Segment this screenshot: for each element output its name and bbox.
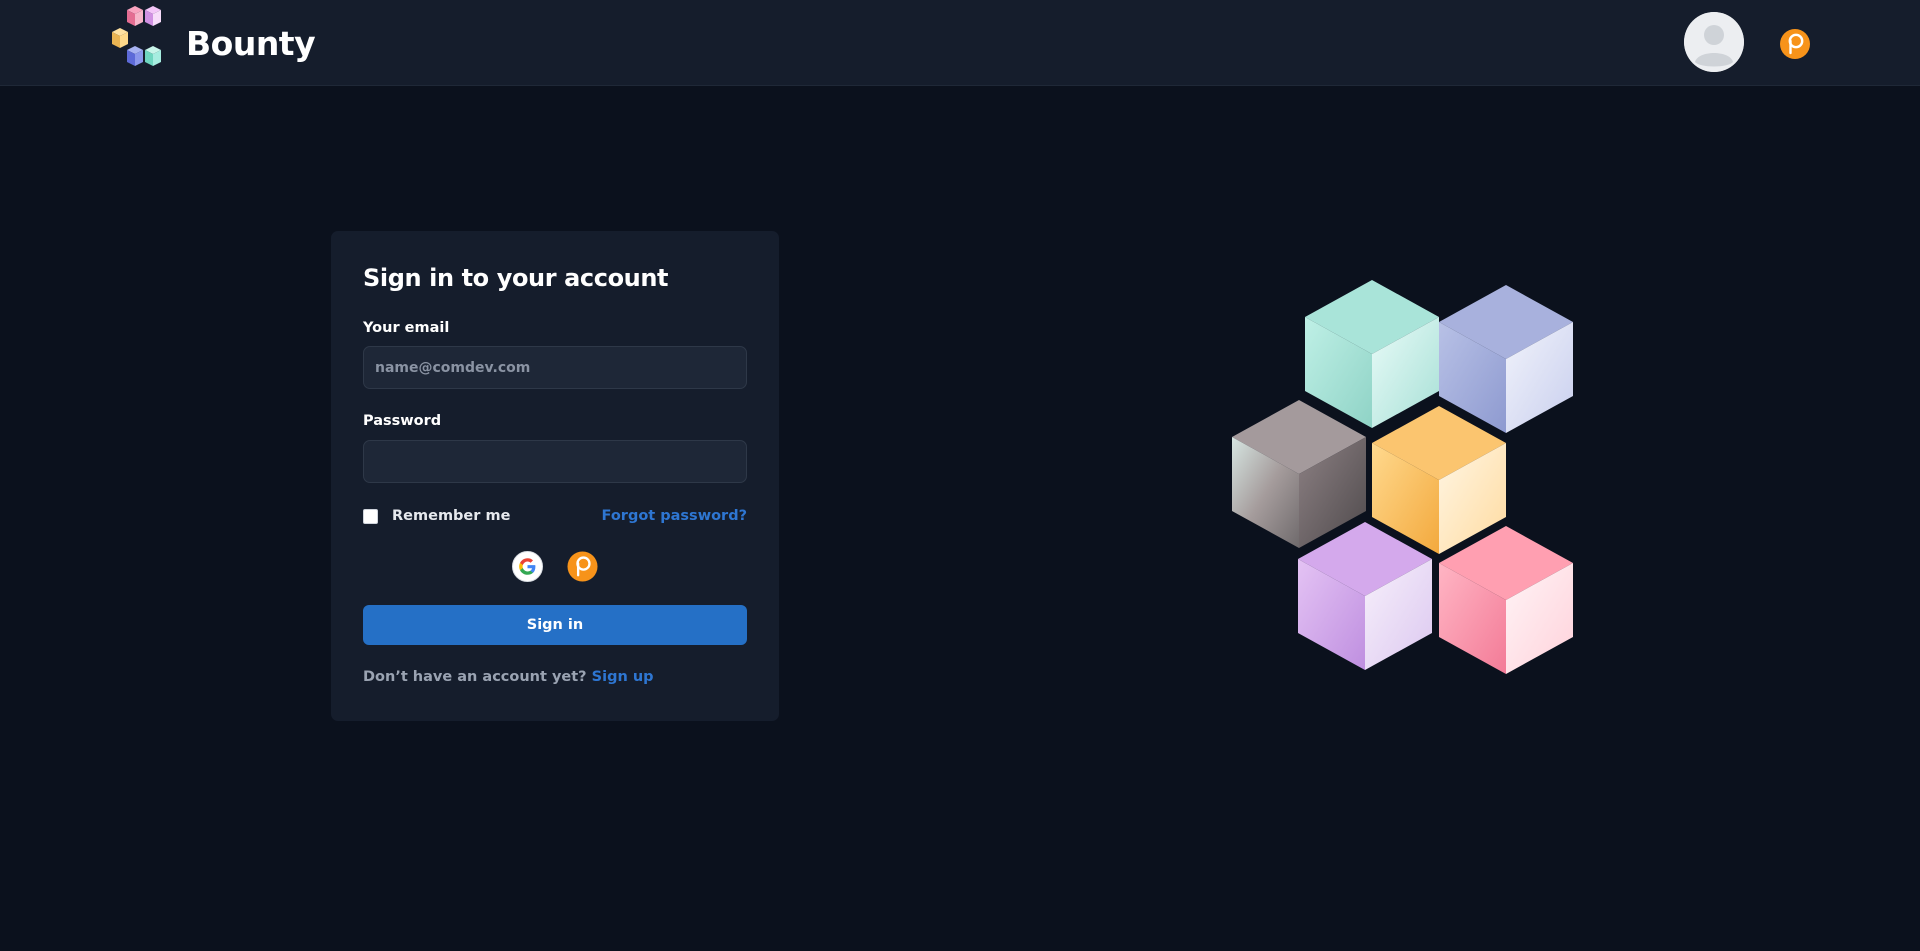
remember-me-toggle[interactable]: Remember me <box>363 508 510 524</box>
brand-name: Bounty <box>186 23 316 63</box>
signin-card: Sign in to your account Your email Passw… <box>331 231 779 721</box>
blue-cube <box>1439 285 1573 433</box>
cubes-illustration <box>1225 278 1575 682</box>
orange-cube <box>1372 406 1506 554</box>
brand-home-link[interactable]: Bounty <box>110 6 316 80</box>
forgot-password-link[interactable]: Forgot password? <box>602 508 747 524</box>
user-avatar-icon <box>1684 12 1744 72</box>
google-icon <box>512 551 543 582</box>
signup-prompt-text: Don’t have an account yet? <box>363 669 587 685</box>
email-field[interactable] <box>363 346 747 389</box>
sign-up-link[interactable]: Sign up <box>592 669 654 685</box>
google-signin-button[interactable] <box>512 551 543 582</box>
remember-me-label: Remember me <box>392 508 511 524</box>
sign-in-button[interactable]: Sign in <box>363 605 747 645</box>
wallet-signin-button[interactable] <box>567 551 598 582</box>
wallet-p-icon <box>567 551 598 582</box>
signin-title: Sign in to your account <box>363 264 669 292</box>
wallet-p-icon <box>1780 29 1810 59</box>
user-avatar-button[interactable] <box>1684 12 1744 72</box>
cubes-logo-icon <box>110 6 172 80</box>
purple-cube <box>1298 522 1432 670</box>
pearl-cube <box>1232 400 1366 548</box>
signup-prompt-row: Don’t have an account yet? Sign up <box>363 669 654 685</box>
wallet-connect-button[interactable] <box>1779 28 1811 60</box>
teal-cube <box>1305 280 1439 428</box>
remember-me-checkbox[interactable] <box>363 508 378 524</box>
password-label: Password <box>363 413 442 429</box>
pink-cube <box>1439 526 1573 674</box>
password-field[interactable] <box>363 440 747 483</box>
top-navbar: Bounty <box>0 0 1920 86</box>
email-label: Your email <box>363 320 450 336</box>
